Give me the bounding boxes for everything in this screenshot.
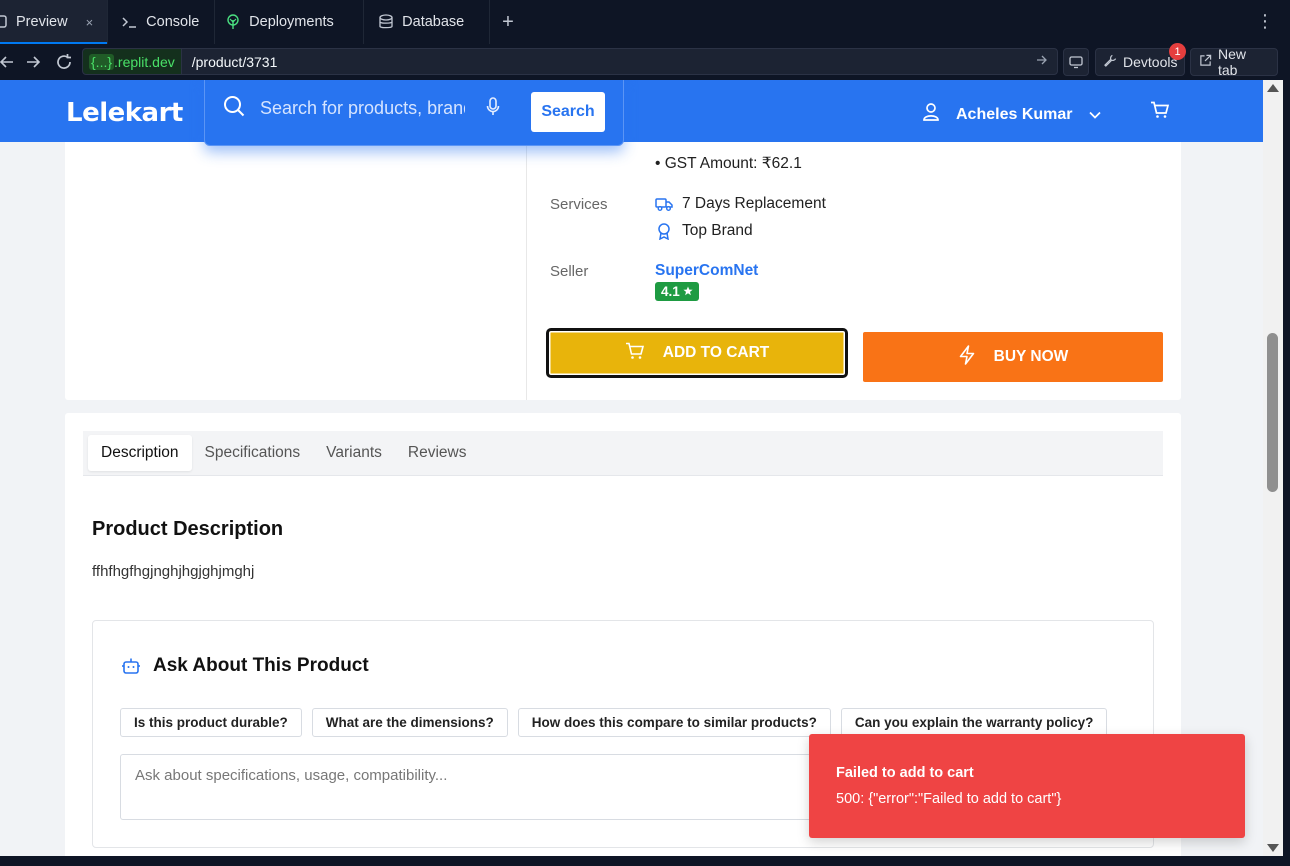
error-toast[interactable]: Failed to add to cart 500: {"error":"Fai… (809, 734, 1245, 838)
site-header: Lelekart Search for products, brands Sea… (0, 80, 1263, 146)
tab-variants[interactable]: Variants (313, 435, 395, 471)
seller-label: Seller (550, 263, 589, 280)
chevron-down-icon (1088, 106, 1101, 124)
ide-url-bar: {...} .replit.dev /product/3731 Devtools … (0, 43, 1290, 80)
close-icon[interactable]: × (86, 15, 94, 30)
tab-description[interactable]: Description (88, 435, 192, 471)
search-input[interactable]: Search for products, brands (260, 98, 465, 119)
user-name: Acheles Kumar (956, 105, 1073, 123)
question-chip[interactable]: Can you explain the warranty policy? (840, 708, 1108, 737)
add-tab-button[interactable]: + (490, 0, 526, 44)
toast-description: 500: {"error":"Failed to add to cart"} (836, 791, 1062, 807)
external-link-icon (1199, 54, 1212, 70)
service-replacement-label: 7 Days Replacement (682, 195, 826, 212)
scroll-down-arrow[interactable] (1267, 844, 1279, 852)
url-domain-chip: {...} (89, 53, 115, 70)
services-label: Services (550, 196, 608, 213)
service-replacement: 7 Days Replacement (655, 195, 826, 213)
microphone-icon[interactable] (486, 97, 500, 122)
user-menu[interactable]: Acheles Kumar (922, 102, 1101, 127)
scroll-up-arrow[interactable] (1267, 84, 1279, 92)
question-chip[interactable]: How does this compare to similar product… (517, 708, 831, 737)
suggested-questions: Is this product durable? What are the di… (120, 708, 1108, 737)
tab-deployments[interactable]: Deployments (215, 0, 365, 44)
url-domain-suffix: .replit.dev (114, 53, 175, 70)
toast-title: Failed to add to cart (836, 765, 974, 781)
tab-preview-label: Preview (16, 14, 68, 30)
add-to-cart-button[interactable]: ADD TO CART (546, 328, 848, 378)
header-cart-icon[interactable] (1150, 101, 1170, 124)
add-to-cart-label: ADD TO CART (662, 344, 770, 361)
tab-deployments-label: Deployments (249, 14, 334, 30)
tab-database[interactable]: Database (364, 0, 491, 44)
user-icon (922, 102, 940, 127)
product-tabs: Description Specifications Variants Revi… (83, 431, 1163, 476)
star-icon (683, 284, 693, 299)
buy-now-label: BUY NOW (993, 348, 1069, 365)
devtools-label: Devtools (1123, 54, 1178, 70)
forward-icon[interactable] (18, 47, 48, 77)
search-button[interactable]: Search (531, 92, 605, 132)
tab-console-label: Console (146, 14, 200, 30)
service-top-brand-label: Top Brand (682, 222, 753, 239)
search-panel: Search for products, brands Search (204, 80, 624, 146)
database-icon (378, 14, 394, 30)
ask-heading: Ask About This Product (121, 655, 369, 677)
seller-name-link[interactable]: SuperComNet (655, 262, 758, 280)
description-text: ffhfhgfhgjnghjhgjghjmghj (92, 563, 255, 580)
ask-title: Ask About This Product (153, 655, 369, 676)
tab-reviews[interactable]: Reviews (395, 435, 480, 471)
cart-icon (625, 342, 645, 365)
reload-icon[interactable] (49, 47, 79, 77)
seller-rating-value: 4.1 (661, 284, 680, 299)
more-menu-icon[interactable]: ⋮ (1256, 12, 1274, 30)
service-top-brand: Top Brand (655, 222, 753, 240)
go-arrow-icon[interactable] (1035, 53, 1049, 70)
tab-database-label: Database (402, 14, 465, 30)
award-icon (655, 222, 673, 240)
tab-console[interactable]: Console (108, 0, 216, 44)
search-icon (223, 95, 245, 122)
gst-amount: • GST Amount: ₹62.1 (655, 155, 802, 172)
scrollbar-thumb[interactable] (1267, 333, 1278, 492)
question-chip[interactable]: Is this product durable? (120, 708, 302, 737)
address-bar[interactable]: {...} .replit.dev /product/3731 (82, 48, 1058, 75)
buy-now-button[interactable]: BUY NOW (863, 332, 1163, 382)
deployments-icon (225, 14, 241, 30)
terminal-icon (122, 15, 138, 29)
url-domain: {...} .replit.dev (83, 49, 182, 74)
ide-bottom-strip (0, 856, 1290, 866)
devtools-error-badge: 1 (1169, 43, 1186, 60)
truck-icon (655, 196, 673, 212)
preview-icon (0, 15, 8, 29)
url-path: /product/3731 (191, 53, 278, 70)
new-tab-button[interactable]: New tab (1190, 46, 1278, 78)
tab-preview[interactable]: Preview × (0, 0, 109, 44)
tab-specifications[interactable]: Specifications (192, 435, 314, 471)
seller-rating-badge: 4.1 (655, 282, 699, 301)
devtools-button[interactable]: Devtools 1 (1095, 43, 1186, 76)
page-scrollbar[interactable] (1263, 80, 1283, 856)
question-chip[interactable]: What are the dimensions? (311, 708, 508, 737)
site-logo[interactable]: Lelekart (66, 98, 183, 128)
description-title: Product Description (92, 518, 284, 540)
wrench-icon (1104, 54, 1117, 70)
ide-tab-bar: Preview × Console Deployments Database +… (0, 0, 1290, 44)
screen-icon[interactable] (1063, 48, 1089, 76)
new-tab-label: New tab (1218, 46, 1247, 78)
bot-icon (121, 656, 141, 676)
lightning-icon (958, 344, 976, 370)
